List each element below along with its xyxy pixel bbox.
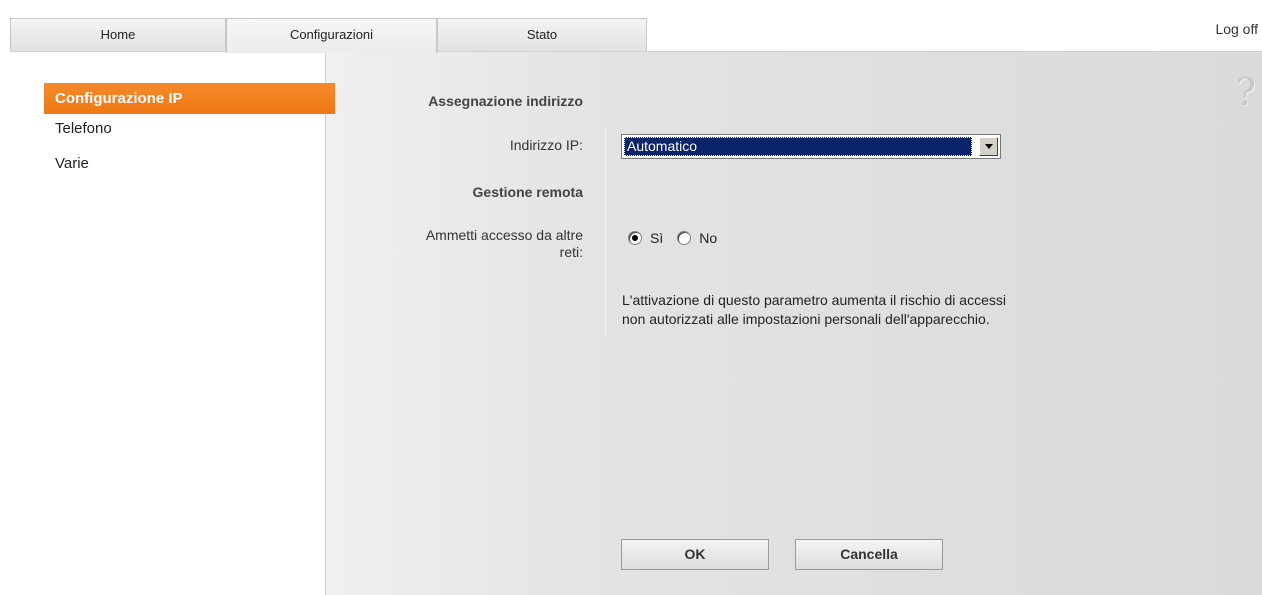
chevron-down-icon[interactable]	[979, 137, 998, 156]
remote-access-radio-group: Sì No	[628, 230, 731, 246]
sidebar-menu: Configurazione IP Telefono Varie	[10, 51, 335, 595]
sidebar-item-configurazione-ip[interactable]: Configurazione IP	[44, 83, 335, 114]
form-divider	[605, 126, 606, 338]
sidebar-item-telefono[interactable]: Telefono	[44, 117, 335, 141]
page: Home Configurazioni Stato Log off Config…	[0, 0, 1262, 595]
ip-address-selected-value: Automatico	[624, 137, 972, 156]
cancel-button[interactable]: Cancella	[795, 539, 943, 570]
tab-configurazioni[interactable]: Configurazioni	[226, 18, 437, 53]
ip-address-label: Indirizzo IP:	[509, 137, 583, 153]
radio-si-label: Sì	[650, 230, 664, 246]
help-icon[interactable]: ?	[1236, 70, 1256, 114]
radio-no[interactable]	[677, 231, 692, 245]
remote-access-label-line1: Ammetti accesso da altre	[425, 227, 583, 243]
ok-button[interactable]: OK	[621, 539, 769, 570]
radio-option-no[interactable]: No	[677, 230, 717, 246]
security-note: L'attivazione di questo parametro aument…	[622, 291, 1162, 329]
remote-access-label-line2: reti:	[559, 244, 583, 260]
section-title-assegnazione: Assegnazione indirizzo	[428, 93, 583, 109]
remote-access-label: Ammetti accesso da altre reti:	[330, 227, 583, 261]
radio-si[interactable]	[628, 231, 642, 245]
logoff-link[interactable]: Log off	[1215, 21, 1258, 37]
tab-stato[interactable]: Stato	[437, 18, 647, 51]
radio-no-label: No	[699, 230, 718, 246]
sidebar-item-varie[interactable]: Varie	[44, 152, 335, 176]
section-title-gestione-remota: Gestione remota	[472, 184, 583, 200]
security-note-line1: L'attivazione di questo parametro aument…	[622, 292, 1006, 308]
tab-home[interactable]: Home	[10, 18, 226, 51]
security-note-line2: non autorizzati alle impostazioni person…	[622, 311, 990, 327]
radio-option-si[interactable]: Sì	[628, 230, 663, 246]
ip-address-select[interactable]: Automatico	[621, 134, 1001, 159]
